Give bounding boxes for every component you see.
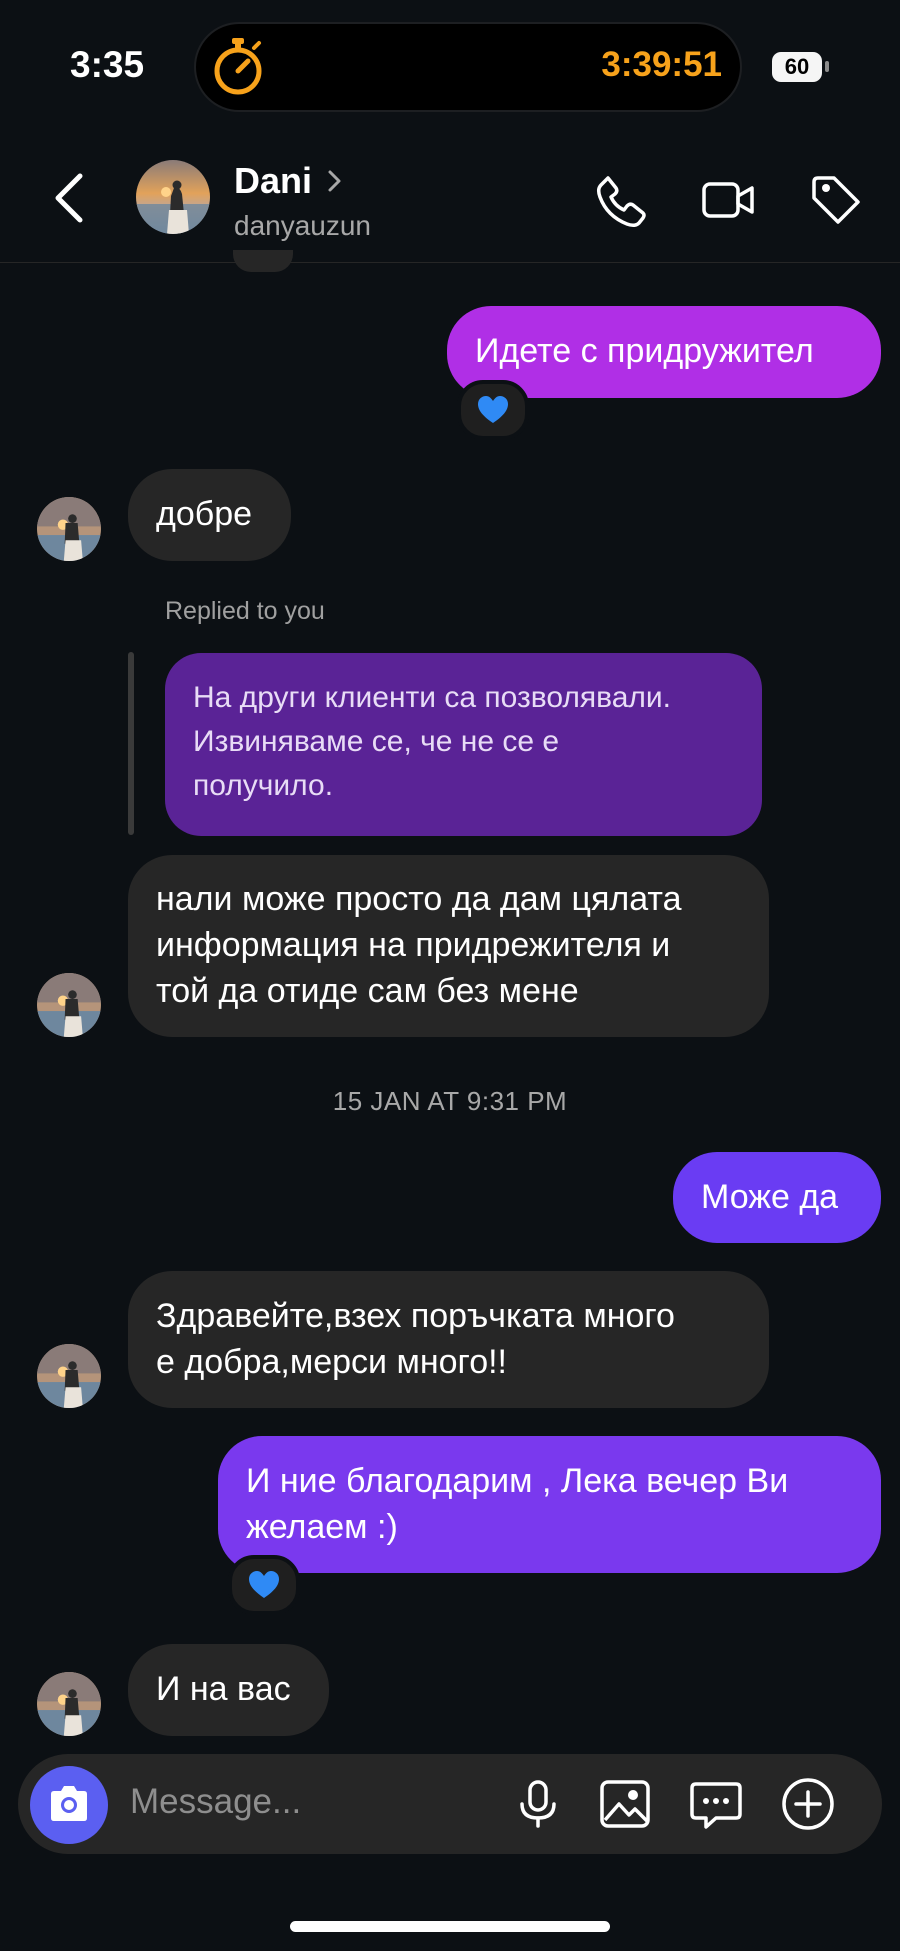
quoted-message[interactable]: На други клиенти са позволявали. Извиняв…: [165, 653, 762, 836]
blue-heart-icon: [478, 396, 508, 423]
message-text: Може да: [701, 1178, 839, 1216]
reply-context-label: Replied to you: [165, 597, 325, 625]
message-line: желаем :): [246, 1508, 398, 1546]
status-time: 3:35: [70, 44, 145, 85]
quoted-line: Извиняваме се, че не се е: [193, 725, 560, 758]
chevron-right-icon[interactable]: [324, 166, 344, 196]
reaction-badge[interactable]: [457, 380, 529, 440]
incoming-message[interactable]: И на вас: [128, 1644, 329, 1736]
camera-icon[interactable]: [47, 1784, 91, 1824]
avatar[interactable]: [37, 497, 101, 561]
outgoing-message[interactable]: И ние благодарим , Лека вечер Ви желаем …: [218, 1436, 881, 1573]
reaction-badge[interactable]: [228, 1555, 300, 1615]
quoted-line: На други клиенти са позволявали.: [193, 681, 672, 714]
timer-readout: 3:39:51: [601, 45, 722, 84]
quoted-line: получило.: [193, 769, 334, 802]
message-line: Здравейте,взех поръчката много: [156, 1297, 675, 1335]
battery-tip: [825, 61, 829, 72]
message-text: добре: [156, 495, 253, 533]
previous-message-fragment: [233, 250, 293, 272]
timestamp-divider: 15 JAN AT 9:31 PM: [332, 1086, 568, 1116]
message-line: И ние благодарим , Лека вечер Ви: [246, 1462, 789, 1500]
message-line: информация на придрежителя и: [156, 926, 671, 964]
incoming-message[interactable]: добре: [128, 469, 291, 561]
header-divider: [0, 262, 900, 263]
message-text: Идете с придружител: [475, 332, 814, 370]
incoming-message[interactable]: Здравейте,взех поръчката много е добра,м…: [128, 1271, 769, 1408]
add-icon[interactable]: [780, 1776, 836, 1832]
reply-indicator-bar: [128, 652, 134, 835]
message-text: И на вас: [156, 1670, 291, 1708]
avatar[interactable]: [37, 1672, 101, 1736]
avatar[interactable]: [37, 973, 101, 1037]
message-input[interactable]: Message...: [130, 1782, 301, 1822]
gallery-icon[interactable]: [597, 1776, 653, 1832]
avatar[interactable]: [37, 1344, 101, 1408]
avatar[interactable]: [136, 160, 210, 234]
message-line: нали може просто да дам цялата: [156, 880, 682, 918]
blue-heart-icon: [249, 1571, 279, 1598]
contact-name[interactable]: Dani: [234, 160, 312, 202]
phone-icon[interactable]: [592, 172, 648, 228]
tag-icon[interactable]: [808, 172, 864, 228]
sticker-chat-icon[interactable]: [688, 1776, 744, 1832]
microphone-icon[interactable]: [510, 1776, 566, 1832]
timer-icon: [214, 38, 262, 95]
outgoing-message[interactable]: Може да: [673, 1152, 881, 1243]
contact-username[interactable]: danyauzun: [234, 210, 371, 242]
home-indicator[interactable]: [290, 1921, 610, 1932]
battery-indicator: 60: [772, 52, 822, 82]
message-line: той да отиде сам без мене: [156, 972, 579, 1010]
back-icon[interactable]: [50, 170, 90, 226]
message-line: е добра,мерси много!!: [156, 1343, 507, 1381]
incoming-message[interactable]: нали може просто да дам цялата информаци…: [128, 855, 769, 1037]
video-icon[interactable]: [700, 172, 756, 228]
